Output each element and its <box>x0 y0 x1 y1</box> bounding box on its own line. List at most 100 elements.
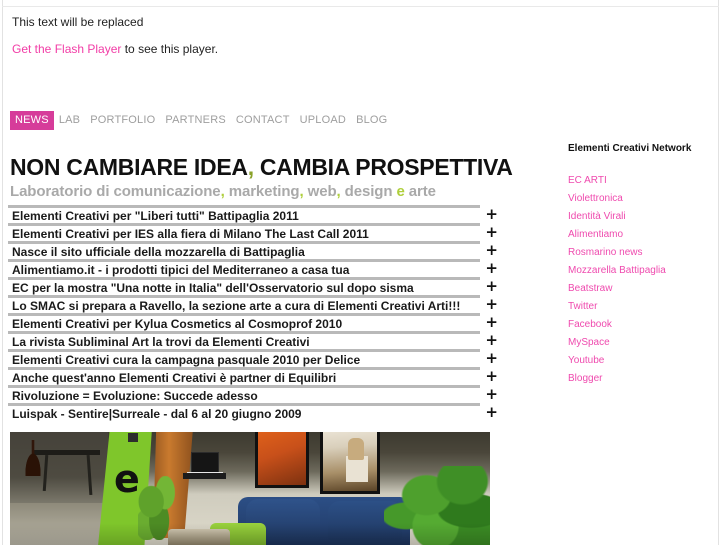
sidebar-item-blogger[interactable]: Blogger <box>568 373 708 385</box>
nav-item-partners[interactable]: PARTNERS <box>160 111 230 130</box>
flash-placeholder-text: This text will be replaced <box>12 15 144 29</box>
page-root: This text will be replaced Get the Flash… <box>0 0 727 545</box>
news-item-title[interactable]: Elementi Creativi per Kylua Cosmetics al… <box>12 317 342 331</box>
news-item-separator <box>8 259 480 262</box>
news-item-separator <box>8 295 480 298</box>
news-item-separator <box>8 313 480 316</box>
news-item-separator <box>8 223 480 226</box>
news-item-separator <box>8 367 480 370</box>
flash-player-prompt-suffix: to see this player. <box>121 42 219 56</box>
page-subtitle-part3: web <box>303 183 337 201</box>
nav-item-portfolio[interactable]: PORTFOLIO <box>85 111 160 130</box>
photo-letter-e-logo: e <box>114 457 140 501</box>
photo-laptop-screen <box>191 452 219 474</box>
page-frame-right-border <box>718 0 719 545</box>
photo-panel-tag <box>128 433 138 442</box>
news-list-item[interactable]: Elementi Creativi cura la campagna pasqu… <box>8 349 498 367</box>
expand-plus-icon[interactable]: + <box>485 333 498 348</box>
photo-poster-orange-art <box>258 432 306 485</box>
news-list-item[interactable]: Lo SMAC si prepara a Ravello, la sezione… <box>8 295 498 313</box>
page-frame-top-border <box>2 6 719 7</box>
news-list-item[interactable]: Elementi Creativi per Kylua Cosmetics al… <box>8 313 498 331</box>
photo-poster-orange-figure <box>20 440 46 476</box>
main-navigation: NEWS LAB PORTFOLIO PARTNERS CONTACT UPLO… <box>10 111 392 130</box>
nav-item-contact[interactable]: CONTACT <box>231 111 295 130</box>
news-item-title[interactable]: La rivista Subliminal Art la trovi da El… <box>12 335 310 349</box>
expand-plus-icon[interactable]: + <box>485 405 498 420</box>
news-item-separator <box>8 277 480 280</box>
page-title-part2: CAMBIA PROSPETTIVA <box>253 154 513 181</box>
sidebar-title: Elementi Creativi Network <box>568 143 692 154</box>
get-flash-player-link[interactable]: Get the Flash Player <box>12 42 121 56</box>
news-item-title[interactable]: Elementi Creativi per IES alla fiera di … <box>12 227 369 241</box>
page-title: NON CAMBIARE IDEA, CAMBIA PROSPETTIVA <box>10 154 513 181</box>
nav-item-news[interactable]: NEWS <box>10 111 54 130</box>
news-list-item[interactable]: Nasce il sito ufficiale della mozzarella… <box>8 241 498 259</box>
sidebar-item-beatstraw[interactable]: Beatstraw <box>568 283 708 295</box>
nav-item-lab[interactable]: LAB <box>54 111 85 130</box>
flash-player-prompt: Get the Flash Player to see this player. <box>12 41 492 57</box>
page-subtitle: Laboratorio di comunicazione, marketing,… <box>10 182 436 201</box>
photo-poster-sepia-figure <box>348 438 364 460</box>
page-subtitle-part4: design <box>340 183 397 201</box>
page-subtitle-part5: arte <box>404 183 436 201</box>
news-item-separator <box>8 205 480 208</box>
page-subtitle-part1: Laboratorio di comunicazione <box>10 183 221 201</box>
news-item-title[interactable]: EC per la mostra "Una notte in Italia" d… <box>12 281 414 295</box>
nav-item-upload[interactable]: UPLOAD <box>295 111 351 130</box>
sidebar-item-mozzarella-battipaglia[interactable]: Mozzarella Battipaglia <box>568 265 708 277</box>
expand-plus-icon[interactable]: + <box>485 243 498 258</box>
news-list-item[interactable]: Elementi Creativi per IES alla fiera di … <box>8 223 498 241</box>
sidebar-item-ec-arti[interactable]: EC ARTI <box>568 175 708 187</box>
news-item-separator <box>8 331 480 334</box>
sidebar-network-links: Elementi Creativi Network EC ARTI Violet… <box>568 143 708 391</box>
news-list-item[interactable]: Rivoluzione = Evoluzione: Succede adesso… <box>8 385 498 403</box>
news-list-item[interactable]: Alimentiamo.it - i prodotti tipici del M… <box>8 259 498 277</box>
news-item-title[interactable]: Rivoluzione = Evoluzione: Succede adesso <box>12 389 258 403</box>
page-frame-left-border <box>2 0 3 545</box>
news-list-item[interactable]: La rivista Subliminal Art la trovi da El… <box>8 331 498 349</box>
photo-wall-shelf <box>183 473 226 479</box>
photo-bottom-shadow <box>10 523 490 545</box>
news-item-title[interactable]: Anche quest'anno Elementi Creativi è par… <box>12 371 336 385</box>
nav-item-blog[interactable]: BLOG <box>351 111 392 130</box>
sidebar-item-twitter[interactable]: Twitter <box>568 301 708 313</box>
expand-plus-icon[interactable]: + <box>485 351 498 366</box>
news-item-title[interactable]: Nasce il sito ufficiale della mozzarella… <box>12 245 305 259</box>
news-list-item[interactable]: Luispak - Sentire|Surreale - dal 6 al 20… <box>8 403 498 421</box>
sidebar-item-violettronica[interactable]: Violettronica <box>568 193 708 205</box>
news-list-item[interactable]: EC per la mostra "Una notte in Italia" d… <box>8 277 498 295</box>
news-accordion-list: Elementi Creativi per "Liberi tutti" Bat… <box>8 205 498 421</box>
sidebar-item-identita-virali[interactable]: Identità Virali <box>568 211 708 223</box>
studio-photo: e <box>10 432 490 545</box>
photo-poster-orange <box>255 432 309 488</box>
news-item-title[interactable]: Luispak - Sentire|Surreale - dal 6 al 20… <box>12 407 301 421</box>
page-subtitle-part2: marketing <box>224 183 300 201</box>
expand-plus-icon[interactable]: + <box>485 225 498 240</box>
news-item-separator <box>8 385 480 388</box>
flash-player-fallback: This text will be replaced Get the Flash… <box>12 14 492 57</box>
expand-plus-icon[interactable]: + <box>485 387 498 402</box>
news-item-separator <box>8 403 480 406</box>
news-item-separator <box>8 349 480 352</box>
news-item-title[interactable]: Elementi Creativi per "Liberi tutti" Bat… <box>12 209 299 223</box>
sidebar-item-facebook[interactable]: Facebook <box>568 319 708 331</box>
news-item-title[interactable]: Alimentiamo.it - i prodotti tipici del M… <box>12 263 349 277</box>
expand-plus-icon[interactable]: + <box>485 315 498 330</box>
sidebar-item-alimentiamo[interactable]: Alimentiamo <box>568 229 708 241</box>
news-list-item[interactable]: Anche quest'anno Elementi Creativi è par… <box>8 367 498 385</box>
expand-plus-icon[interactable]: + <box>485 207 498 222</box>
sidebar-item-myspace[interactable]: MySpace <box>568 337 708 349</box>
expand-plus-icon[interactable]: + <box>485 279 498 294</box>
news-item-title[interactable]: Elementi Creativi cura la campagna pasqu… <box>12 353 360 367</box>
expand-plus-icon[interactable]: + <box>485 261 498 276</box>
studio-photo-scene: e <box>10 432 490 545</box>
expand-plus-icon[interactable]: + <box>485 297 498 312</box>
news-item-title[interactable]: Lo SMAC si prepara a Ravello, la sezione… <box>12 299 460 313</box>
expand-plus-icon[interactable]: + <box>485 369 498 384</box>
sidebar-item-youtube[interactable]: Youtube <box>568 355 708 367</box>
page-title-part1: NON CAMBIARE IDEA <box>10 154 248 181</box>
sidebar-item-rosmarino-news[interactable]: Rosmarino news <box>568 247 708 259</box>
news-list-item[interactable]: Elementi Creativi per "Liberi tutti" Bat… <box>8 205 498 223</box>
page-subtitle-accent-e: e <box>396 183 405 201</box>
